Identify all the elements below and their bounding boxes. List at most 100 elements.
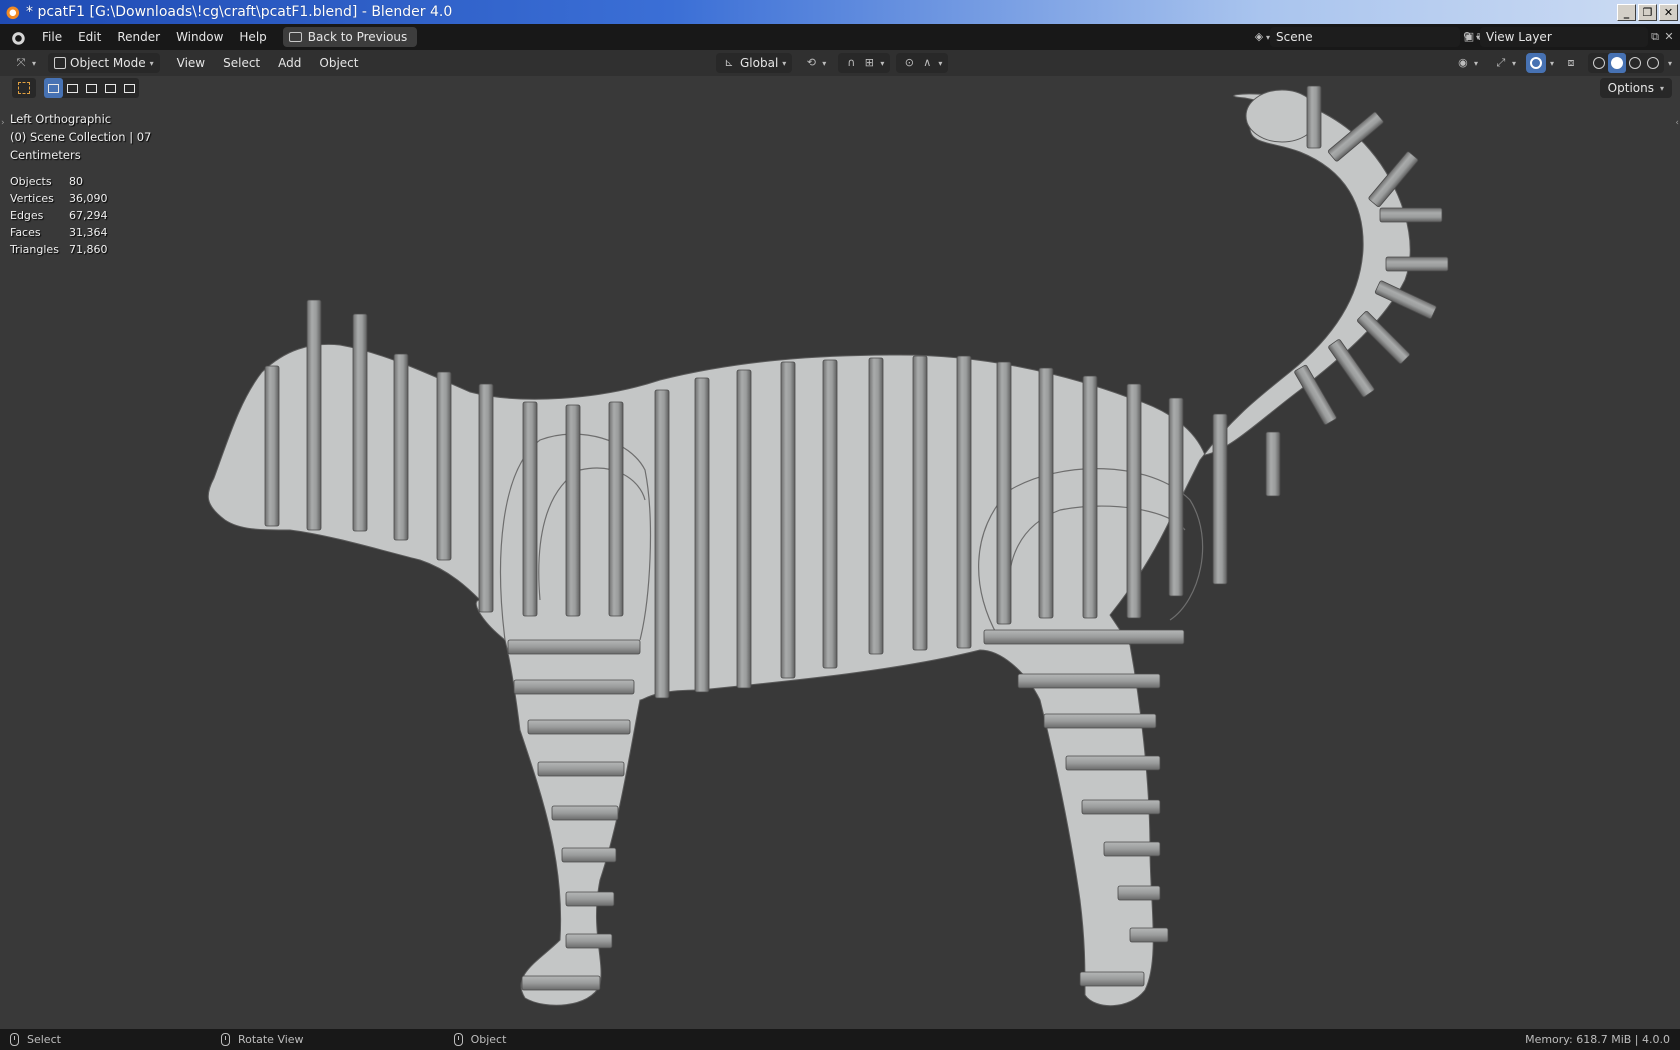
close-button[interactable]: ✕ [1659, 3, 1678, 21]
add-menu[interactable]: Add [269, 56, 310, 70]
gizmo-icon: ⤢ [1496, 56, 1506, 69]
vertical-slat [1212, 413, 1228, 585]
horizontal-slat [561, 847, 617, 863]
horizontal-slat [1065, 755, 1161, 771]
sidebar-expand-icon[interactable]: ‹ [1675, 118, 1679, 128]
window-title: * pcatF1 [G:\Downloads\!cg\craft\pcatF1.… [26, 4, 453, 20]
select-intersect-icon [124, 83, 135, 93]
vertical-slat [912, 355, 928, 651]
horizontal-slat [1129, 927, 1169, 943]
new-view-layer-icon[interactable]: ⧉ [1648, 30, 1662, 44]
options-dropdown[interactable]: Options ▾ [1599, 78, 1672, 98]
select-new-icon [48, 83, 59, 93]
tool-settings-row [12, 78, 139, 98]
horizontal-slat [1017, 673, 1161, 689]
screen-icon [288, 32, 302, 42]
proportional-editing-toggle[interactable]: ⊙ ∧ ▾ [896, 53, 949, 73]
vertical-slat [822, 359, 838, 669]
chevron-down-icon[interactable]: ▾ [1550, 59, 1554, 68]
object-menu[interactable]: Object [310, 56, 367, 70]
tail-slat-piece [1385, 256, 1449, 272]
transform-orientation-dropdown[interactable]: ⊾ Global ▾ [716, 53, 793, 73]
falloff-icon: ∧ [923, 56, 932, 69]
editor-type-button[interactable]: ⤧ ▾ [8, 53, 42, 73]
view-layer-name-field[interactable]: View Layer [1480, 27, 1648, 47]
rendered-icon [1646, 57, 1659, 69]
select-menu[interactable]: Select [214, 56, 269, 70]
menu-help[interactable]: Help [231, 27, 274, 47]
remove-view-layer-icon[interactable]: ✕ [1662, 30, 1676, 44]
maximize-button[interactable]: ❐ [1638, 3, 1657, 21]
wireframe-shading-button[interactable] [1590, 53, 1608, 73]
select-new-mode[interactable] [44, 78, 63, 98]
selection-mode-group [44, 78, 139, 98]
view-layer-selector: ▣ ▾ View Layer ⧉ ✕ [1462, 27, 1676, 47]
stat-row: Vertices 36,090 [10, 192, 108, 205]
overlays-toggle[interactable] [1525, 53, 1546, 73]
select-invert-icon [105, 83, 116, 93]
select-extend-icon [67, 83, 78, 93]
minimize-button[interactable]: _ [1617, 3, 1636, 21]
toolbar-expand-icon[interactable]: › [1, 118, 5, 128]
scene-name-field[interactable]: Scene [1270, 27, 1460, 47]
select-intersect-mode[interactable] [120, 78, 139, 98]
chevron-down-icon: ▾ [149, 58, 154, 68]
rendered-shading-button[interactable] [1644, 53, 1662, 73]
vertical-slat [1168, 397, 1184, 597]
tail-slat [1385, 256, 1449, 272]
vertical-slat [1265, 431, 1281, 497]
window-controls: _ ❐ ✕ [1617, 3, 1678, 21]
status-select-hint: Select [10, 1033, 61, 1046]
snap-target-icon: ⊞ [864, 56, 874, 69]
chevron-down-icon: ▾ [880, 58, 885, 68]
middle-mouse-icon [220, 1033, 230, 1046]
tail-slat-piece [1379, 207, 1443, 223]
stat-row: Triangles 71,860 [10, 243, 108, 256]
pivot-point-dropdown[interactable]: ⟲ ▾ [798, 53, 832, 73]
horizontal-slat [1079, 971, 1145, 987]
vertical-slat [393, 353, 409, 541]
menu-file[interactable]: File [34, 27, 70, 47]
options-label: Options [1607, 81, 1654, 95]
material-shading-button[interactable] [1626, 53, 1644, 73]
solid-shading-button[interactable] [1607, 53, 1626, 73]
orientation-icon: ⊾ [724, 56, 734, 69]
stat-row: Faces 31,364 [10, 226, 108, 239]
visibility-dropdown[interactable]: ◉ ▾ [1450, 53, 1484, 73]
view-menu[interactable]: View [168, 56, 214, 70]
viewport-display-controls: ◉ ▾ ⤢ ▾ ▾ ⧈ ▾ [1450, 53, 1672, 73]
select-tool-button[interactable] [12, 78, 36, 98]
vertical-slat [1038, 367, 1054, 619]
3d-viewport[interactable] [0, 76, 1680, 1029]
gizmo-dropdown[interactable]: ⤢ ▾ [1488, 53, 1522, 73]
chevron-down-icon: ▾ [1511, 58, 1516, 68]
object-mode-dropdown[interactable]: Object Mode ▾ [48, 53, 160, 73]
menu-edit[interactable]: Edit [70, 27, 109, 47]
horizontal-slat [1043, 713, 1157, 729]
select-subtract-mode[interactable] [82, 78, 101, 98]
proportional-icon: ⊙ [904, 56, 914, 69]
right-mouse-icon [453, 1033, 463, 1046]
solid-icon [1610, 57, 1623, 69]
left-mouse-icon [10, 1033, 19, 1046]
blender-menu-icon[interactable] [8, 28, 26, 46]
menu-window[interactable]: Window [168, 27, 231, 47]
magnet-icon: ∩ [847, 56, 856, 69]
chevron-down-icon[interactable]: ▾ [1668, 59, 1672, 68]
vertical-slat [264, 365, 280, 527]
viewport-header: ⤧ ▾ Object Mode ▾ View Select Add Object… [0, 50, 1680, 76]
horizontal-slat [983, 629, 1185, 645]
menu-render[interactable]: Render [109, 27, 168, 47]
scene-icon[interactable]: ◈ [1252, 30, 1266, 44]
vertical-slat [522, 401, 538, 617]
back-to-previous-button[interactable]: Back to Previous [282, 27, 418, 47]
chevron-down-icon: ▾ [938, 58, 943, 68]
xray-toggle[interactable]: ⧈ [1558, 53, 1584, 73]
object-mode-icon [54, 57, 67, 69]
view-layer-icon[interactable]: ▣ [1462, 30, 1476, 44]
status-bar: Select Rotate View Object Memory: 618.7 … [0, 1029, 1680, 1050]
select-invert-mode[interactable] [101, 78, 120, 98]
tail-slat [1379, 207, 1443, 223]
select-extend-mode[interactable] [63, 78, 82, 98]
snap-toggle[interactable]: ∩ ⊞ ▾ [838, 53, 891, 73]
